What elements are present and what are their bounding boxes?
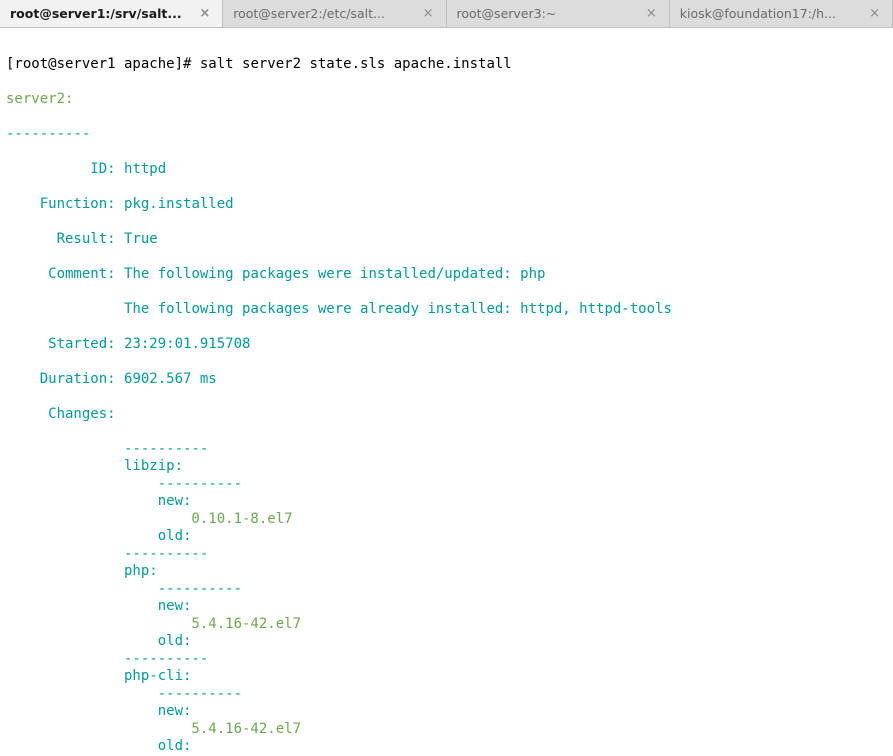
duration-value: 6902.567 ms: [124, 371, 217, 387]
prompt: [root@server1 apache]#: [6, 56, 200, 72]
comment-line2: The following packages were already inst…: [124, 301, 672, 317]
duration-label: Duration:: [6, 371, 124, 387]
tab-server2[interactable]: root@server2:/etc/salt... ×: [223, 0, 446, 27]
id-label: ID:: [6, 161, 124, 177]
comment-label: Comment:: [6, 266, 124, 282]
pkg-new-value: 5.4.16-42.el7: [6, 616, 301, 632]
comment-line1: The following packages were installed/up…: [124, 266, 545, 282]
pkg-separator: ----------: [6, 651, 208, 667]
function-label: Function:: [6, 196, 124, 212]
result-label: Result:: [6, 231, 124, 247]
pkg-new-label: new:: [6, 598, 191, 614]
id-value: httpd: [124, 161, 166, 177]
pkg-name: php-cli:: [6, 668, 191, 684]
pkg-inner-sep: ----------: [6, 686, 242, 702]
pkg-separator: ----------: [6, 441, 208, 457]
pkg-separator: ----------: [6, 546, 208, 562]
started-label: Started:: [6, 336, 124, 352]
changes-label: Changes:: [6, 406, 124, 422]
pkg-new-label: new:: [6, 703, 191, 719]
result-value: True: [124, 231, 158, 247]
close-icon[interactable]: ×: [421, 7, 436, 20]
tab-label: root@server1:/srv/salt...: [10, 6, 191, 21]
pkg-name: php:: [6, 563, 158, 579]
packages-list: ---------- libzip: ---------- new: 0.10.…: [6, 441, 887, 756]
pkg-new-label: new:: [6, 493, 191, 509]
function-value: pkg.installed: [124, 196, 234, 212]
started-value: 23:29:01.915708: [124, 336, 250, 352]
pkg-new-value: 5.4.16-42.el7: [6, 721, 301, 737]
pkg-inner-sep: ----------: [6, 581, 242, 597]
comment-indent: [6, 301, 124, 317]
separator: ----------: [6, 126, 90, 142]
pkg-old-label: old:: [6, 738, 191, 754]
host-header: server2:: [6, 91, 73, 107]
pkg-old-label: old:: [6, 528, 191, 544]
tab-label: root@server2:/etc/salt...: [233, 6, 414, 21]
tab-server1[interactable]: root@server1:/srv/salt... ×: [0, 0, 223, 27]
tab-bar: root@server1:/srv/salt... × root@server2…: [0, 0, 893, 28]
close-icon[interactable]: ×: [197, 7, 212, 20]
pkg-inner-sep: ----------: [6, 476, 242, 492]
pkg-name: libzip:: [6, 458, 183, 474]
close-icon[interactable]: ×: [644, 7, 659, 20]
terminal[interactable]: [root@server1 apache]# salt server2 stat…: [0, 28, 893, 756]
tab-label: kiosk@foundation17:/h...: [680, 6, 861, 21]
close-icon[interactable]: ×: [867, 7, 882, 20]
tab-server3[interactable]: root@server3:~ ×: [447, 0, 670, 27]
tab-label: root@server3:~: [457, 6, 638, 21]
command: salt server2 state.sls apache.install: [200, 56, 512, 72]
pkg-new-value: 0.10.1-8.el7: [6, 511, 293, 527]
pkg-old-label: old:: [6, 633, 191, 649]
tab-foundation17[interactable]: kiosk@foundation17:/h... ×: [670, 0, 893, 27]
